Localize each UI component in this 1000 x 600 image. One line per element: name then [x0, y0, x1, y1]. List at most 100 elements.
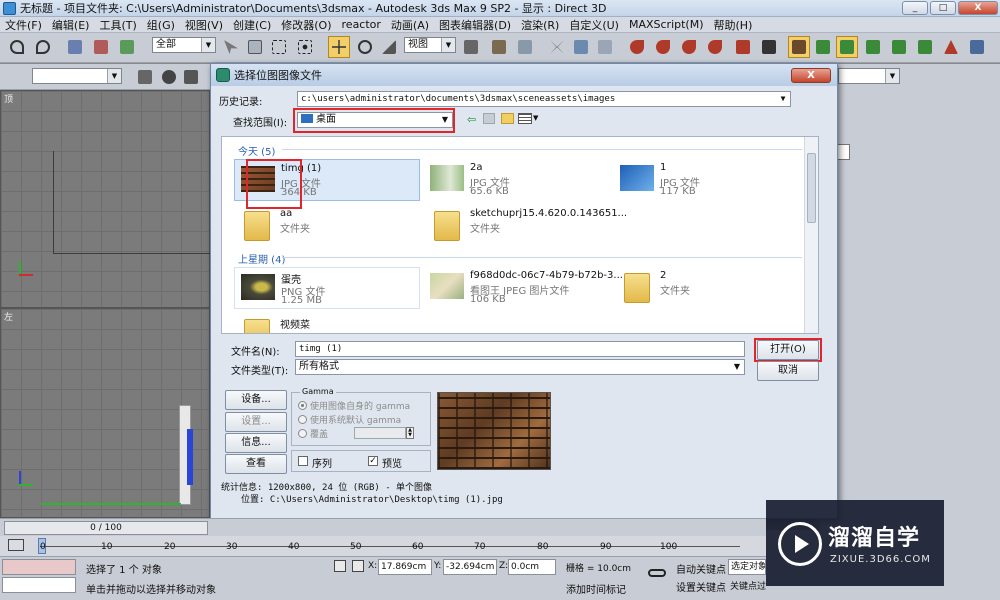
chevron-down-icon[interactable]: ▼ — [533, 114, 538, 122]
info-button[interactable]: 信息... — [225, 433, 287, 453]
angle-snap-button[interactable] — [652, 36, 674, 58]
sequence-checkbox[interactable] — [298, 456, 308, 466]
redo-button[interactable] — [32, 36, 54, 58]
menu-tools[interactable]: 工具(T) — [94, 17, 141, 33]
gamma-own-radio[interactable] — [298, 401, 307, 410]
preview-checkbox[interactable]: ✓ — [368, 456, 378, 466]
menu-help[interactable]: 帮助(H) — [709, 17, 758, 33]
menu-modifiers[interactable]: 修改器(O) — [276, 17, 336, 33]
material-editor-button[interactable] — [812, 36, 834, 58]
align-button[interactable] — [570, 36, 592, 58]
manipulate-button[interactable] — [488, 36, 510, 58]
menu-file[interactable]: 文件(F) — [0, 17, 47, 33]
render-type-button[interactable] — [888, 36, 910, 58]
menu-customize[interactable]: 自定义(U) — [564, 17, 624, 33]
gamma-override-radio[interactable] — [298, 429, 307, 438]
file-item-f968[interactable]: f968d0dc-06c7-4b79-b72b-3... 看图王 JPEG 图片… — [424, 267, 623, 309]
render-scene-button[interactable] — [836, 36, 858, 58]
menu-views[interactable]: 视图(V) — [180, 17, 228, 33]
named-selection-dropdown[interactable]: ▼ — [32, 68, 122, 84]
gamma-system-radio[interactable] — [298, 415, 307, 424]
cancel-button[interactable]: 取消 — [757, 361, 819, 381]
folder-item-2[interactable]: 2 文件夹 — [614, 267, 800, 309]
command-panel-dropdown[interactable]: ▼ — [838, 68, 900, 84]
menu-edit[interactable]: 编辑(E) — [47, 17, 95, 33]
folder-item-video[interactable]: 视频菜 — [234, 313, 420, 333]
maxscript-mini[interactable] — [2, 577, 76, 593]
bind-spacewarp-button[interactable] — [116, 36, 138, 58]
file-item-1[interactable]: 1 JPG 文件 117 KB — [614, 159, 800, 201]
lookin-dropdown[interactable]: 桌面 ▼ — [297, 112, 453, 128]
view-menu-icon[interactable] — [518, 113, 532, 124]
menu-create[interactable]: 创建(C) — [228, 17, 276, 33]
menu-animation[interactable]: 动画(A) — [386, 17, 434, 33]
dialog-close-button[interactable]: X — [791, 68, 831, 83]
layers-icon[interactable] — [134, 66, 156, 88]
rect-selection-button[interactable] — [268, 36, 290, 58]
schematic-view-button[interactable] — [788, 36, 810, 58]
render-teapot-button[interactable] — [940, 36, 962, 58]
z-coordinate-field[interactable]: 0.0cm — [508, 559, 556, 575]
undo-button[interactable] — [6, 36, 28, 58]
absolute-mode-icon[interactable] — [352, 560, 364, 572]
add-time-tag[interactable]: 添加时间标记 — [566, 581, 626, 596]
time-slider[interactable]: 0 / 100 — [0, 518, 766, 536]
menu-rendering[interactable]: 渲染(R) — [516, 17, 564, 33]
environment-button[interactable] — [966, 36, 988, 58]
auto-key-button[interactable]: 自动关键点 — [676, 561, 726, 576]
eye-icon[interactable] — [158, 66, 180, 88]
select-scale-button[interactable] — [378, 36, 400, 58]
new-folder-icon[interactable] — [501, 113, 514, 124]
file-list-scrollbar[interactable] — [804, 137, 818, 333]
named-selection-button[interactable] — [732, 36, 754, 58]
spinner-snap-button[interactable] — [704, 36, 726, 58]
filename-input[interactable]: timg (1) — [295, 341, 745, 357]
filetype-dropdown[interactable]: 所有格式 ▼ — [295, 359, 745, 375]
viewport-left[interactable]: 左 — [0, 308, 210, 518]
lock-icon[interactable] — [334, 560, 346, 572]
up-folder-icon[interactable] — [483, 113, 495, 124]
set-key-button[interactable]: 设置关键点 — [676, 579, 726, 594]
pivot-center-button[interactable] — [460, 36, 482, 58]
keyboard-shortcut-button[interactable] — [514, 36, 536, 58]
layer-manager-button[interactable] — [594, 36, 616, 58]
select-object-button[interactable] — [220, 36, 242, 58]
ref-coord-dropdown[interactable]: 视图 ▼ — [404, 37, 456, 53]
menu-graph-editors[interactable]: 图表编辑器(D) — [434, 17, 516, 33]
percent-snap-button[interactable] — [678, 36, 700, 58]
folder-item-aa[interactable]: aa 文件夹 — [234, 205, 420, 247]
file-item-2a[interactable]: 2a JPG 文件 65.6 KB — [424, 159, 610, 201]
minimize-button[interactable]: _ — [902, 1, 928, 15]
spinner-arrows-icon[interactable]: ▲ ▼ — [406, 427, 414, 439]
view-button[interactable]: 查看 — [225, 454, 287, 474]
setup-button[interactable]: 设置... — [225, 412, 287, 432]
maxscript-listener[interactable] — [2, 559, 76, 575]
y-coordinate-field[interactable]: -32.694cm — [443, 559, 497, 575]
select-link-button[interactable] — [64, 36, 86, 58]
gamma-override-spinner[interactable] — [354, 427, 406, 439]
open-button[interactable]: 打开(O) — [757, 340, 819, 360]
folder-item-sketchup[interactable]: sketchuprj15.4.620.0.143651... 文件夹 — [424, 205, 627, 247]
render-last-button[interactable] — [914, 36, 936, 58]
select-rotate-button[interactable] — [354, 36, 376, 58]
devices-button[interactable]: 设备... — [225, 390, 287, 410]
quick-render-button[interactable] — [862, 36, 884, 58]
mirror-button[interactable] — [546, 36, 568, 58]
x-coordinate-field[interactable]: 17.869cm — [378, 559, 432, 575]
menu-maxscript[interactable]: MAXScript(M) — [624, 18, 709, 31]
selection-filter-dropdown[interactable]: 全部 ▼ — [152, 37, 216, 53]
back-icon[interactable]: ⇦ — [467, 113, 476, 126]
menu-reactor[interactable]: reactor — [337, 18, 386, 31]
snap-3d-button[interactable] — [626, 36, 648, 58]
group-last-week[interactable]: 上星期 (4) — [238, 251, 285, 266]
file-list[interactable]: 今天 (5) ▲ timg (1) JPG 文件 364 KB 2a JPG 文… — [221, 136, 819, 334]
select-by-name-button[interactable] — [244, 36, 266, 58]
key-icon[interactable] — [648, 569, 666, 577]
file-item-danke[interactable]: 蛋壳 PNG 文件 1.25 MB — [234, 267, 420, 309]
select-move-button[interactable] — [328, 36, 350, 58]
key-mode-dropdown[interactable]: 选定对象 — [728, 559, 766, 575]
freeze-icon[interactable] — [180, 66, 202, 88]
history-dropdown[interactable]: c:\users\administrator\documents\3dsmax\… — [297, 91, 791, 107]
unlink-button[interactable] — [90, 36, 112, 58]
window-crossing-button[interactable] — [294, 36, 316, 58]
